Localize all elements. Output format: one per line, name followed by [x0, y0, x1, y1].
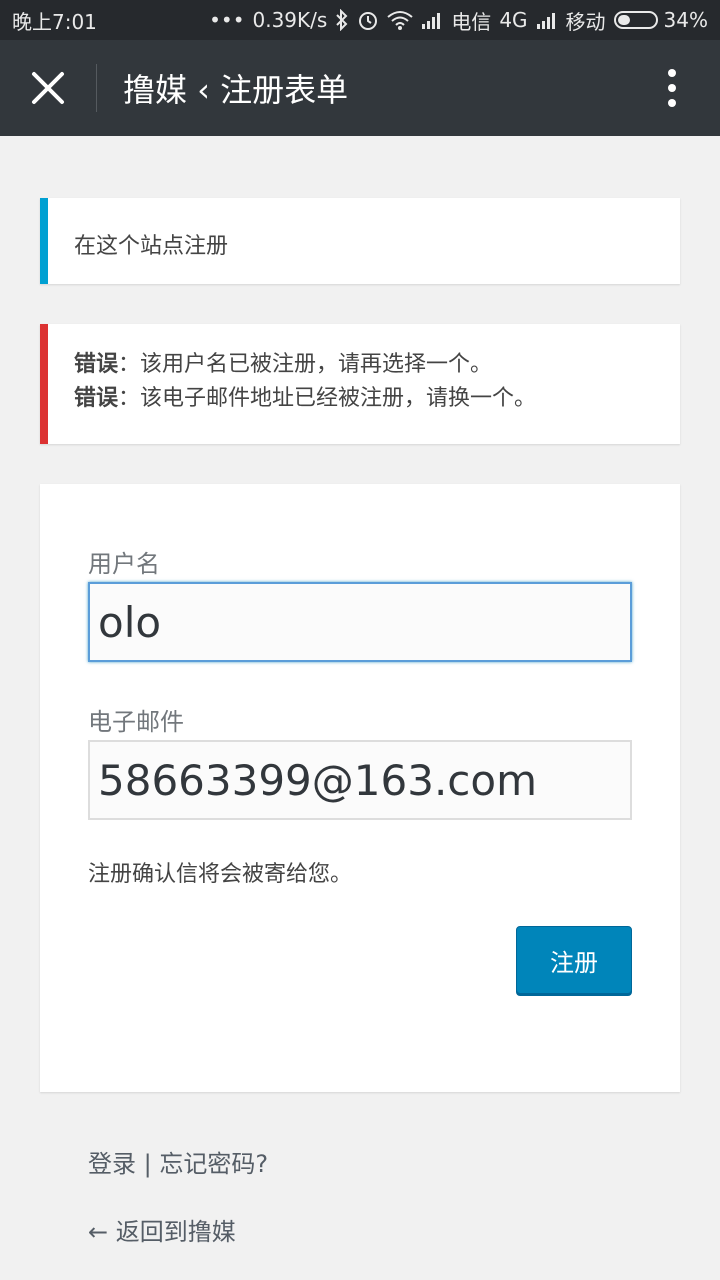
register-button[interactable]: 注册 [516, 926, 632, 994]
login-link[interactable]: 登录 [88, 1150, 136, 1178]
email-input[interactable] [88, 740, 632, 820]
alarm-icon [357, 9, 379, 31]
username-input[interactable] [88, 582, 632, 662]
carrier-1: 电信 [451, 9, 492, 34]
confirmation-hint: 注册确认信将会被寄给您。 [88, 862, 353, 887]
error-message: 错误：该电子邮件地址已经被注册，请换一个。 [74, 382, 680, 416]
error-message: 错误：该用户名已被注册，请再选择一个。 [74, 348, 680, 382]
wifi-icon [387, 10, 413, 30]
info-message: 在这个站点注册 [74, 234, 229, 259]
back-links: ← 返回到撸媒 [88, 1212, 236, 1247]
page-content: 在这个站点注册 错误：该用户名已被注册，请再选择一个。 错误：该电子邮件地址已经… [0, 136, 720, 1280]
app-bar-divider [96, 64, 97, 112]
error-label: 错误 [74, 352, 119, 377]
bluetooth-icon [335, 9, 349, 31]
error-text: ：该电子邮件地址已经被注册，请换一个。 [118, 386, 537, 411]
battery: 34% [613, 8, 708, 32]
back-to-site-link[interactable]: ← 返回到撸媒 [88, 1218, 236, 1246]
signal-icon [536, 11, 558, 29]
status-time: 晚上7:01 [12, 9, 97, 34]
username-label: 用户名 [88, 550, 160, 578]
error-notice: 错误：该用户名已被注册，请再选择一个。 错误：该电子邮件地址已经被注册，请换一个… [40, 324, 680, 444]
carrier-2: 移动 [565, 9, 606, 34]
status-icons: ••• 0.39K/s 电信 4G 移动 34% [209, 6, 708, 35]
signal-icon [421, 11, 443, 29]
network-type: 4G [499, 8, 528, 32]
more-vertical-icon [668, 69, 676, 107]
error-text: ：该用户名已被注册，请再选择一个。 [118, 352, 493, 377]
forgot-password-link[interactable]: 忘记密码? [159, 1150, 268, 1178]
link-separator: | [136, 1150, 160, 1178]
register-form: 用户名 电子邮件 注册确认信将会被寄给您。 注册 [40, 484, 680, 1092]
status-bar: 晚上7:01 ••• 0.39K/s 电信 4G 移动 34% [0, 0, 720, 40]
page-title: 撸媒 ‹ 注册表单 [123, 71, 349, 109]
login-links: 登录 | 忘记密码? [88, 1144, 268, 1179]
info-notice: 在这个站点注册 [40, 198, 680, 284]
email-label: 电子邮件 [88, 708, 184, 736]
battery-icon [613, 11, 658, 29]
net-speed: 0.39K/s [252, 8, 328, 32]
app-bar: 撸媒 ‹ 注册表单 [0, 40, 720, 136]
close-button[interactable] [0, 40, 96, 136]
battery-fill [617, 15, 630, 25]
error-label: 错误 [74, 386, 119, 411]
close-icon [32, 72, 64, 104]
more-menu-button[interactable] [624, 40, 720, 136]
more-dots-icon: ••• [209, 8, 245, 32]
battery-percent: 34% [663, 8, 708, 32]
